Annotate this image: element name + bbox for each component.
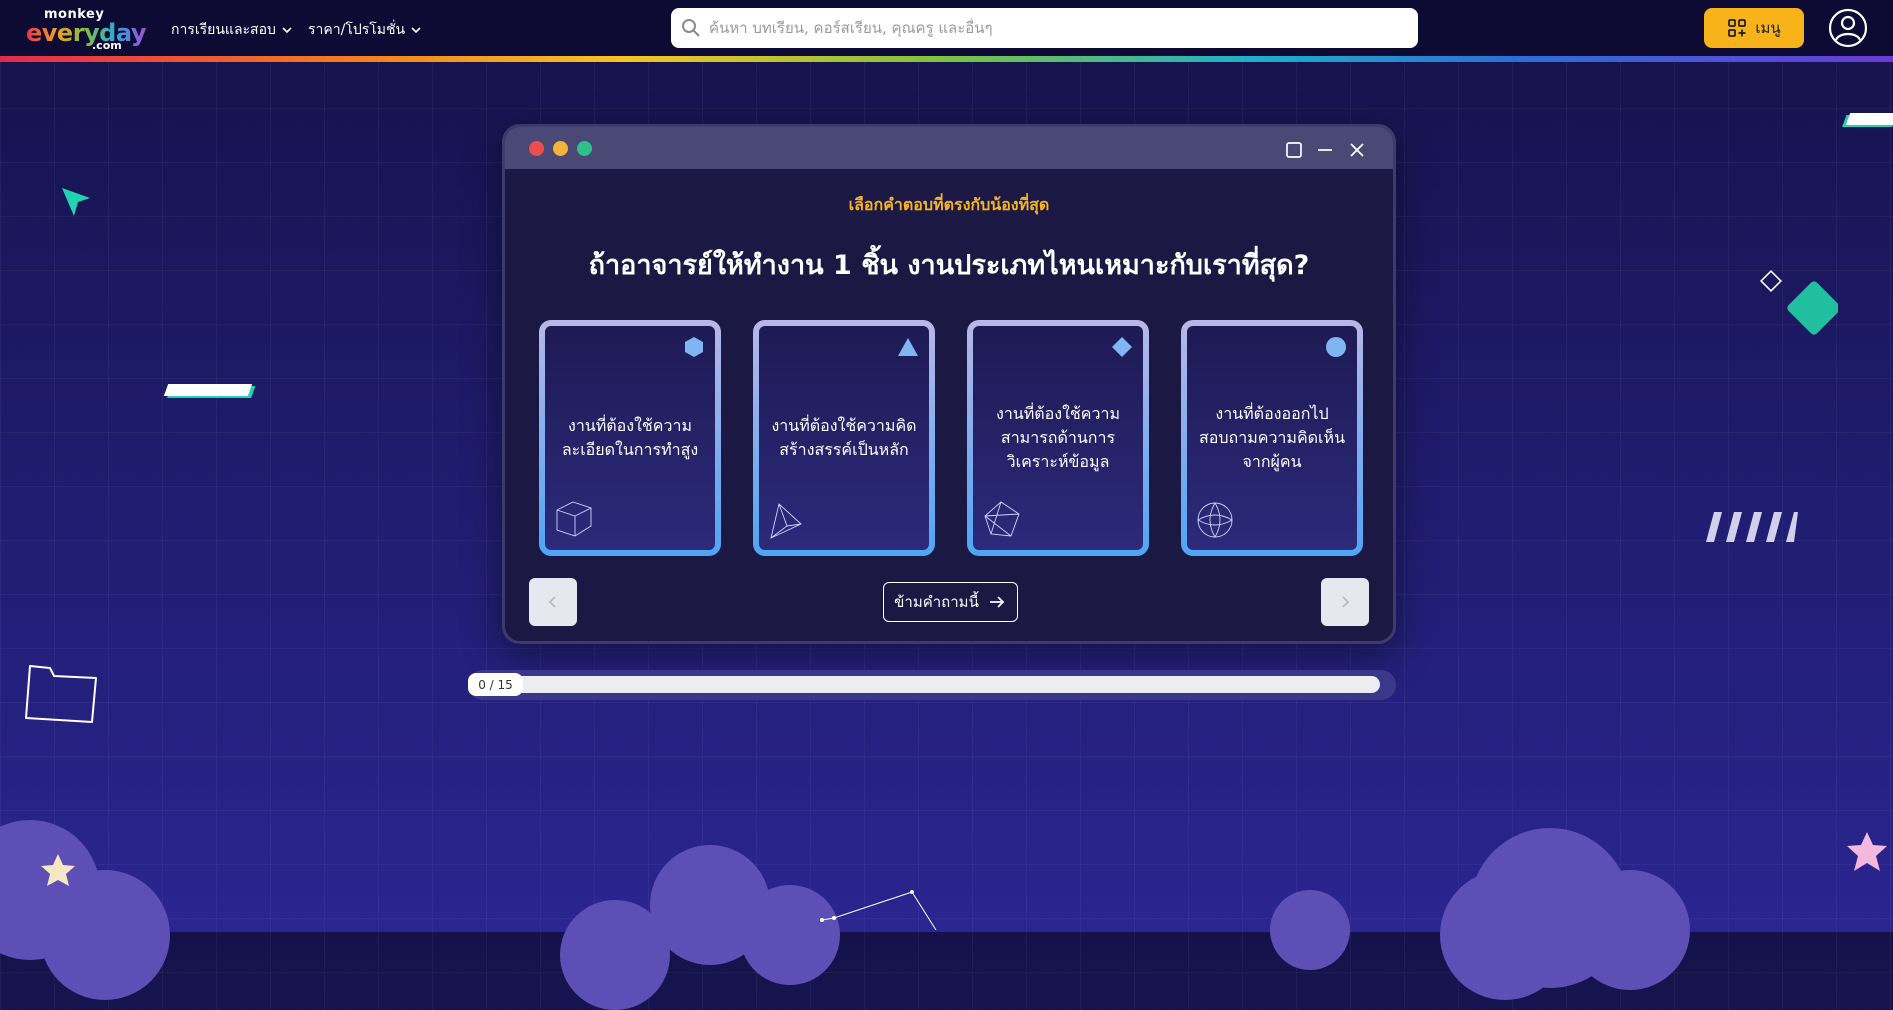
chevron-right-icon bbox=[1342, 596, 1350, 608]
search-input[interactable] bbox=[707, 18, 1391, 38]
paper-plane-icon bbox=[62, 188, 90, 216]
answer-option-text: งานที่ต้องออกไปสอบถามความคิดเห็นจากผู้คน bbox=[1198, 404, 1345, 471]
window-titlebar bbox=[505, 127, 1393, 169]
answer-option-4[interactable]: งานที่ต้องออกไปสอบถามความคิดเห็นจากผู้คน bbox=[1181, 320, 1363, 556]
chevron-left-icon bbox=[548, 596, 556, 608]
cube-wireframe-icon bbox=[556, 501, 592, 537]
decor-stripe bbox=[1845, 113, 1893, 125]
skip-question-button[interactable]: ข้ามคำถามนี้ bbox=[883, 582, 1018, 622]
answer-option-text: งานที่ต้องใช้ความคิดสร้างสรรค์เป็นหลัก bbox=[771, 416, 917, 459]
folder-icon bbox=[25, 665, 97, 723]
search-bar[interactable] bbox=[671, 8, 1418, 48]
star-icon bbox=[41, 854, 75, 886]
user-icon bbox=[1828, 8, 1868, 48]
hexagon-icon bbox=[685, 337, 703, 357]
triangle-icon bbox=[898, 338, 918, 356]
answer-option-1[interactable]: งานที่ต้องใช้ความละเอียดในการทำสูง bbox=[539, 320, 721, 556]
top-header: monkey everyday .com การเรียนและสอบ ราคา… bbox=[0, 0, 1893, 56]
nav-label: ราคา/โปรโมชั่น bbox=[308, 22, 406, 38]
nav-price-promotion[interactable]: ราคา/โปรโมชั่น bbox=[308, 19, 422, 41]
skip-label: ข้ามคำถามนี้ bbox=[894, 593, 979, 611]
logo-line2: everyday bbox=[26, 19, 146, 47]
diamond-icon bbox=[1112, 337, 1132, 357]
search-icon bbox=[682, 19, 700, 37]
quiz-progress-bar: 0 / 15 bbox=[468, 670, 1396, 700]
logo[interactable]: monkey everyday .com bbox=[26, 7, 148, 52]
circle-icon bbox=[1326, 337, 1346, 357]
answer-option-text: งานที่ต้องใช้ความสามารถด้านการวิเคราะห์ข… bbox=[996, 404, 1120, 471]
pyramid-wireframe-icon bbox=[770, 503, 802, 539]
quiz-window: เลือกคำตอบที่ตรงกับน้องที่สุด ถ้าอาจารย์… bbox=[502, 124, 1396, 644]
nav-learn-and-exam[interactable]: การเรียนและสอบ bbox=[171, 19, 293, 41]
maximize-dot-icon[interactable] bbox=[577, 141, 592, 156]
user-account-button[interactable] bbox=[1828, 8, 1868, 48]
menu-button[interactable]: เมนู bbox=[1704, 8, 1804, 48]
quiz-instruction: เลือกคำตอบที่ตรงกับน้องที่สุด bbox=[848, 195, 1050, 214]
answer-option-text: งานที่ต้องใช้ความละเอียดในการทำสูง bbox=[561, 416, 699, 459]
answer-option-2[interactable]: งานที่ต้องใช้ความคิดสร้างสรรค์เป็นหลัก bbox=[753, 320, 935, 556]
arrow-right-icon bbox=[989, 596, 1005, 608]
previous-question-button[interactable] bbox=[529, 578, 577, 626]
octahedron-wireframe-icon bbox=[984, 501, 1020, 537]
cloud-decor bbox=[1570, 870, 1690, 990]
maximize-icon[interactable] bbox=[1285, 141, 1303, 159]
decor-stripe bbox=[163, 384, 253, 396]
close-dot-icon[interactable] bbox=[529, 141, 544, 156]
close-icon[interactable] bbox=[1348, 141, 1366, 159]
cloud-decor bbox=[1270, 890, 1350, 970]
nav-label: การเรียนและสอบ bbox=[171, 22, 276, 38]
sphere-wireframe-icon bbox=[1197, 502, 1233, 538]
quiz-question: ถ้าอาจารย์ให้ทำงาน 1 ชิ้น งานประเภทไหนเห… bbox=[588, 250, 1310, 281]
chevron-down-icon bbox=[411, 27, 421, 34]
menu-label: เมนู bbox=[1755, 19, 1781, 37]
chevron-down-icon bbox=[282, 27, 292, 34]
star-icon bbox=[1847, 832, 1887, 871]
next-question-button[interactable] bbox=[1321, 578, 1369, 626]
constellation-icon bbox=[820, 890, 937, 931]
slash-stripes-icon bbox=[1706, 512, 1798, 542]
progress-track bbox=[474, 676, 1380, 693]
rainbow-divider bbox=[0, 56, 1893, 62]
logo-line3: .com bbox=[92, 39, 122, 52]
minimize-dot-icon[interactable] bbox=[553, 141, 568, 156]
minimize-icon[interactable] bbox=[1316, 141, 1334, 159]
answer-option-3[interactable]: งานที่ต้องใช้ความสามารถด้านการวิเคราะห์ข… bbox=[967, 320, 1149, 556]
cloud-decor bbox=[40, 870, 170, 1000]
progress-count: 0 / 15 bbox=[468, 673, 523, 696]
diamond-decor-icon bbox=[1759, 269, 1838, 335]
grid-plus-icon bbox=[1728, 19, 1747, 37]
